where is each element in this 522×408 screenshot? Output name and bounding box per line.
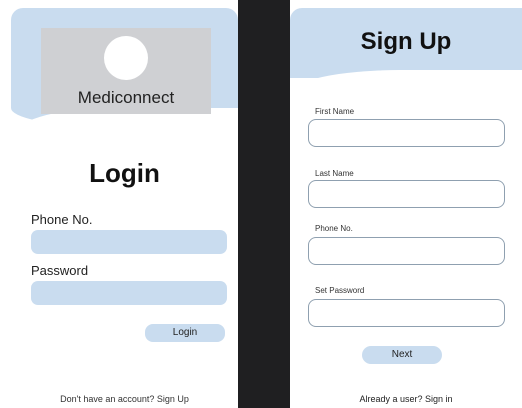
last-name-input[interactable] bbox=[308, 180, 505, 208]
first-name-input[interactable] bbox=[308, 119, 505, 147]
login-screen: Mediconnect Login Phone No. Password Log… bbox=[11, 8, 238, 408]
logo-placeholder: Mediconnect bbox=[41, 28, 211, 114]
brand-name: Mediconnect bbox=[77, 88, 175, 107]
next-button[interactable]: Next bbox=[362, 346, 442, 364]
phone-label: Phone No. bbox=[31, 212, 93, 227]
signup-link[interactable]: Don't have an account? Sign Up bbox=[11, 394, 238, 404]
set-password-input[interactable] bbox=[308, 299, 505, 327]
signin-link[interactable]: Already a user? Sign in bbox=[290, 394, 522, 404]
phone-input[interactable] bbox=[31, 230, 227, 254]
signup-phone-input[interactable] bbox=[308, 237, 505, 265]
signup-phone-label: Phone No. bbox=[315, 224, 353, 233]
signup-title: Sign Up bbox=[360, 28, 452, 55]
screen-divider bbox=[238, 0, 290, 408]
app-screens: Mediconnect Login Phone No. Password Log… bbox=[0, 0, 522, 408]
password-label: Password bbox=[31, 263, 89, 278]
login-title: Login bbox=[89, 158, 160, 188]
first-name-label: First Name bbox=[315, 107, 355, 116]
logo-icon bbox=[104, 36, 148, 80]
password-input[interactable] bbox=[31, 281, 227, 305]
signup-screen: Sign Up First Name Last Name Phone No. S… bbox=[290, 8, 522, 408]
login-button[interactable]: Login bbox=[145, 324, 225, 342]
last-name-label: Last Name bbox=[315, 169, 354, 178]
set-password-label: Set Password bbox=[315, 286, 365, 295]
